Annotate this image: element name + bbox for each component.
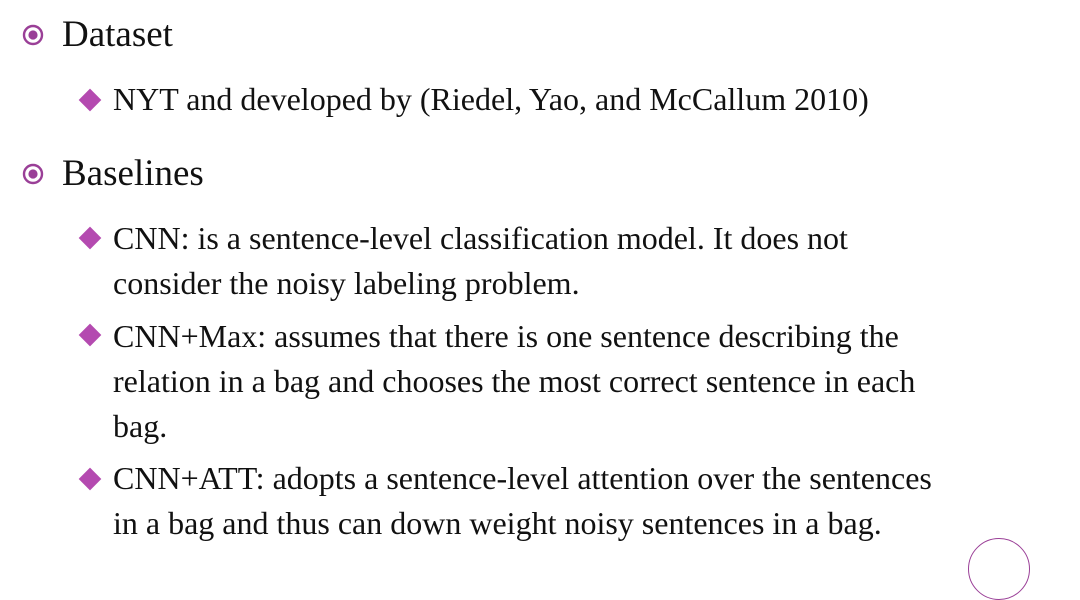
diamond-bullet-icon	[78, 226, 102, 250]
circle-bullet-icon	[22, 24, 44, 46]
circle-bullet-icon	[22, 163, 44, 185]
section-heading-dataset: Dataset	[62, 14, 173, 55]
decorative-circle	[968, 538, 1030, 600]
section-heading-baselines: Baselines	[62, 153, 204, 194]
list-item-line: CNN: is a sentence-level classification …	[113, 220, 848, 256]
list-item-line: CNN+ATT: adopts a sentence-level attenti…	[113, 460, 932, 496]
list-item-line: bag.	[113, 408, 168, 444]
diamond-bullet-icon	[78, 88, 102, 112]
list-item-line: consider the noisy labeling problem.	[113, 265, 580, 301]
diamond-bullet-icon	[78, 323, 102, 347]
list-item-line: NYT and developed by (Riedel, Yao, and M…	[113, 81, 869, 117]
list-item-line: CNN+Max: assumes that there is one sente…	[113, 318, 899, 354]
list-item-line: relation in a bag and chooses the most c…	[113, 363, 916, 399]
list-item-line: in a bag and thus can down weight noisy …	[113, 505, 882, 541]
diamond-bullet-icon	[78, 467, 102, 491]
